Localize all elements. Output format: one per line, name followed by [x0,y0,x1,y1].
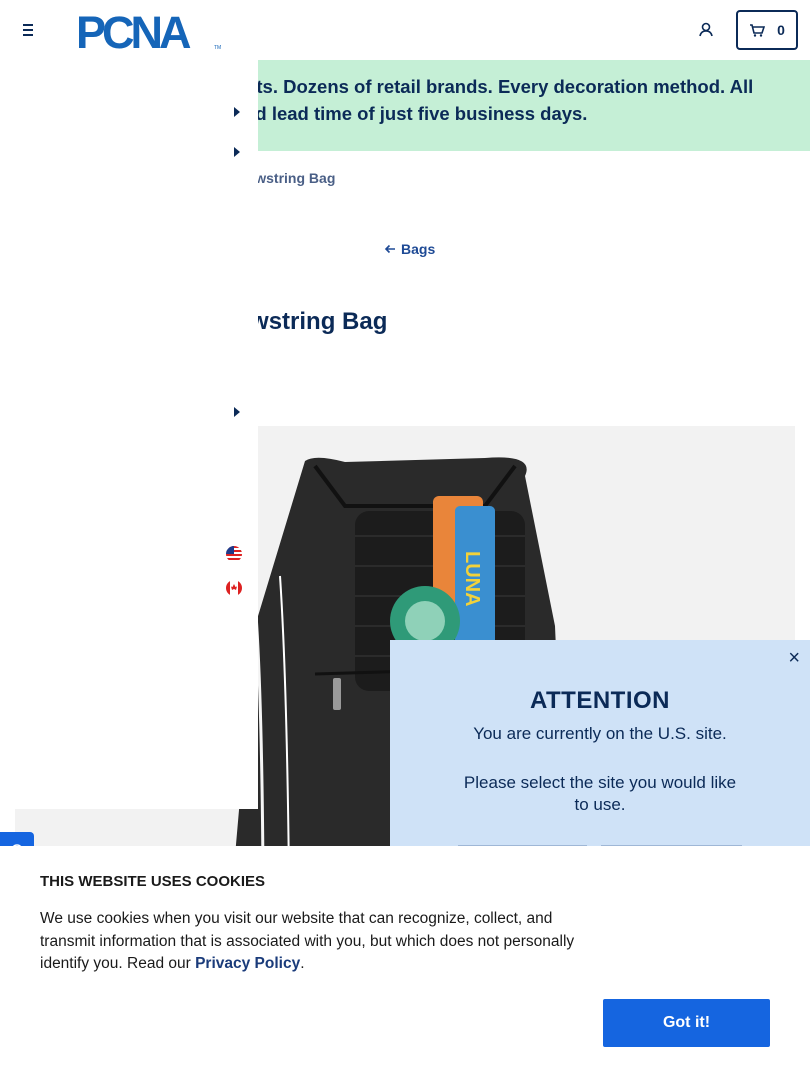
cookie-text: We use cookies when you visit our websit… [40,908,610,976]
cookie-text-body: We use cookies when you visit our websit… [40,910,575,972]
caret-right-icon[interactable] [233,147,241,157]
attention-message: You are currently on the U.S. site. [473,724,727,743]
site-header: PCNA TM 0 [0,0,810,60]
caret-right-icon[interactable] [233,407,241,417]
logo-text: PCNA [76,10,191,52]
caret-right-icon[interactable] [233,107,241,117]
product-brand-text: LUNA [461,551,483,607]
privacy-policy-link[interactable]: Privacy Policy [195,955,300,972]
close-icon[interactable]: × [788,648,800,668]
accept-cookies-button[interactable]: Got it! [603,999,770,1047]
attention-select-prompt: Please select the site you would like to… [463,773,737,814]
back-link-label: Bags [401,241,436,257]
cookie-title: THIS WEBSITE USES COOKIES [40,873,266,890]
promo-text: roducts. Dozens of retail brands. Every … [205,76,754,124]
cookie-text-end: . [300,955,305,972]
logo-trademark: TM [214,45,221,51]
us-flag-icon[interactable] [226,546,242,562]
cart-count: 0 [777,22,785,38]
account-icon[interactable] [694,18,718,42]
cart-icon [750,24,766,37]
cookie-banner: THIS WEBSITE USES COOKIES We use cookies… [0,846,810,1080]
canada-flag-icon[interactable] [226,580,242,596]
site-selection-modal: × ATTENTION You are currently on the U.S… [390,640,810,860]
back-to-bags-link[interactable]: Bags [384,241,435,257]
pcna-logo[interactable]: PCNA TM [76,7,224,58]
cart-button[interactable]: 0 [736,10,798,50]
arrow-left-icon [384,244,395,254]
attention-title: ATTENTION [529,687,671,714]
menu-icon[interactable] [18,20,38,40]
side-navigation [0,60,258,809]
